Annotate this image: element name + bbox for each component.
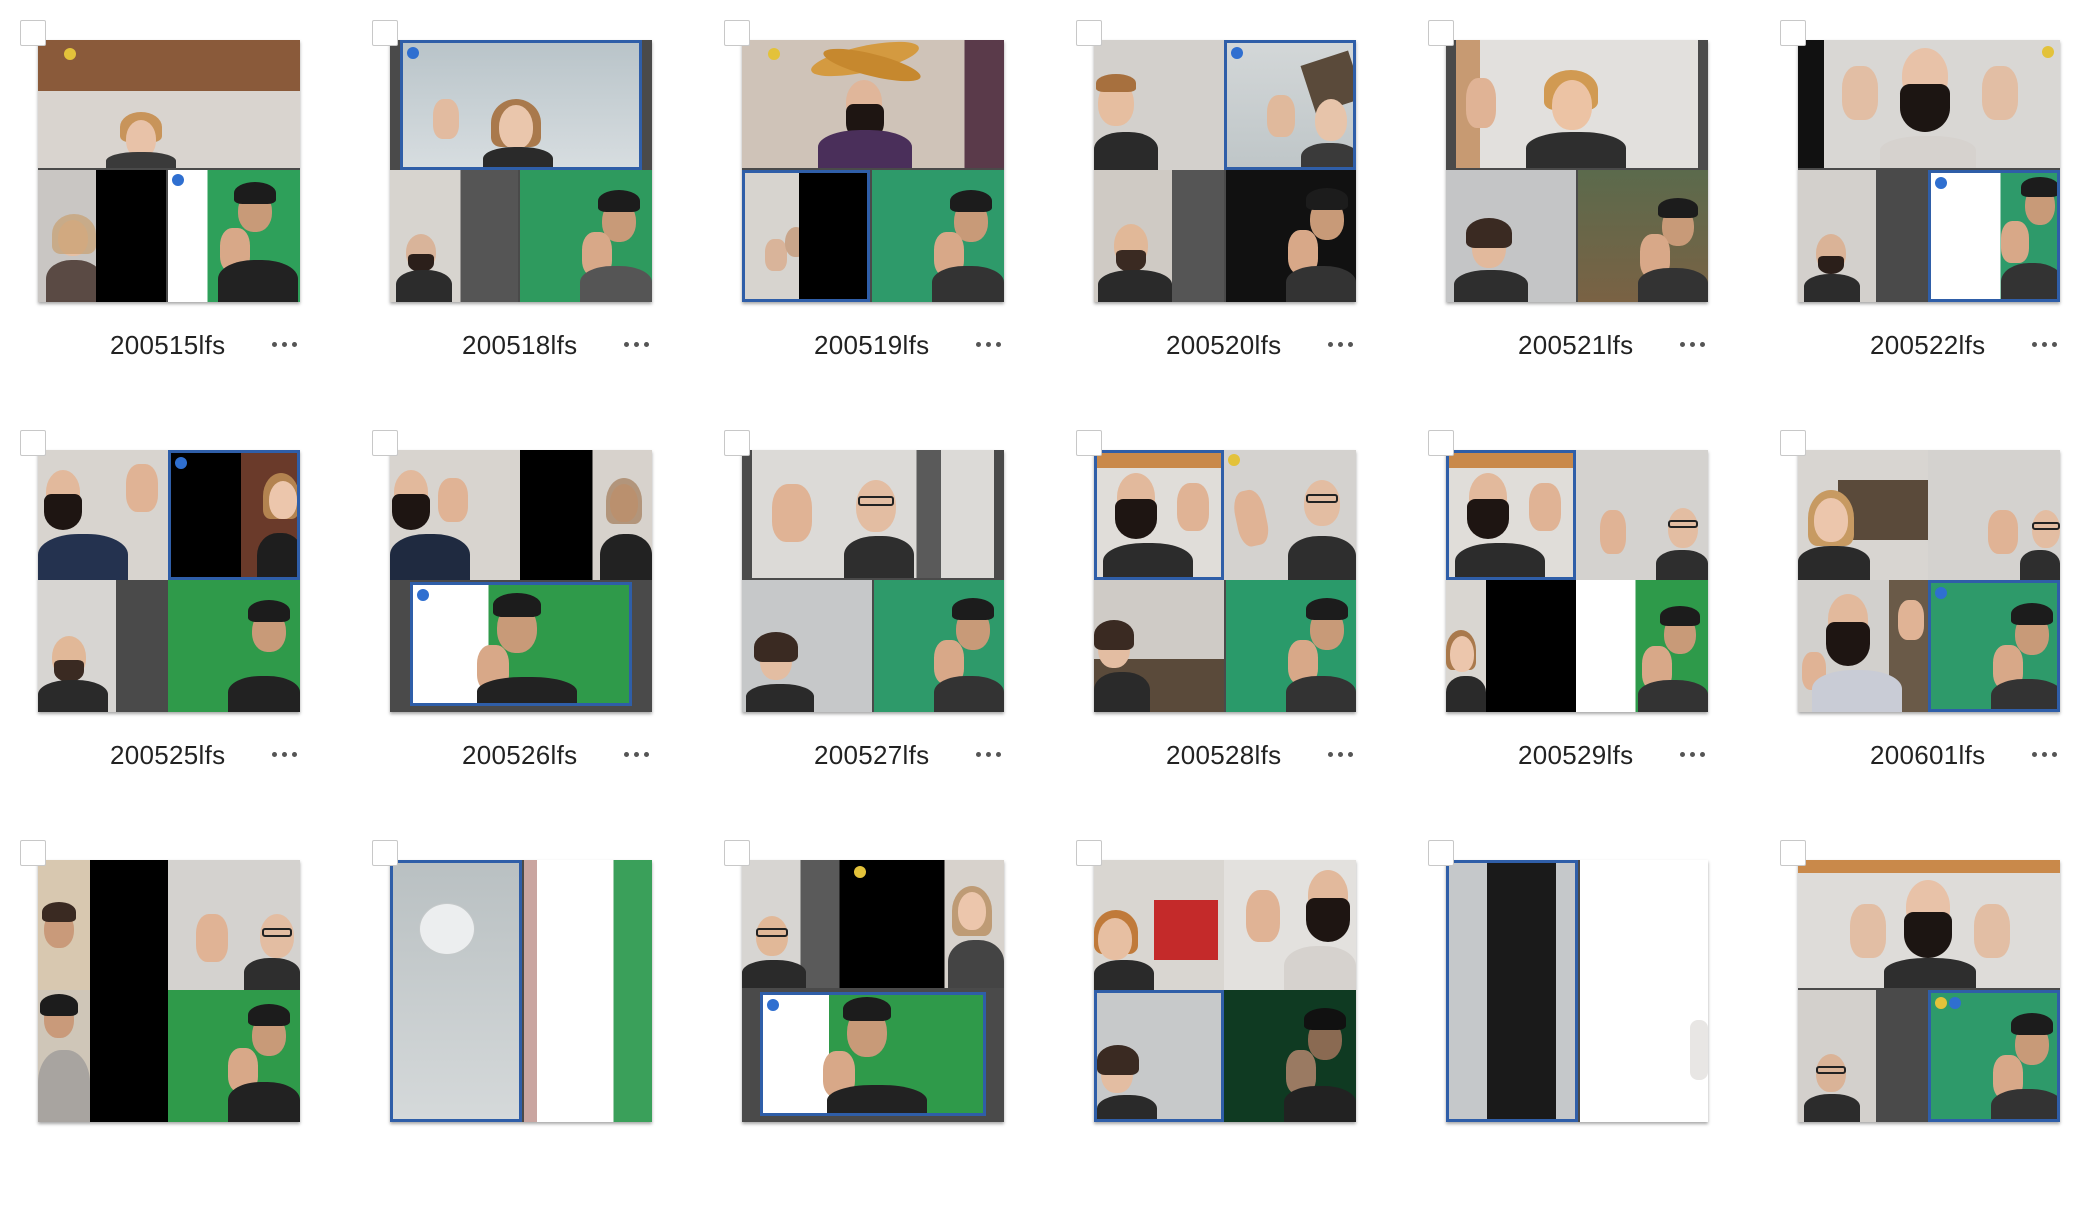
file-tile[interactable]: 200518lfs [352,0,704,410]
select-checkbox[interactable] [724,430,750,456]
thumbnail-image[interactable] [1446,450,1708,712]
thumbnail-image[interactable] [390,860,652,1122]
file-name[interactable]: 200526lfs [462,740,577,771]
select-checkbox[interactable] [1428,840,1454,866]
select-checkbox[interactable] [372,20,398,46]
thumbnail-image[interactable] [38,40,300,302]
thumbnail-image[interactable] [742,40,1004,302]
more-options-icon[interactable] [976,336,1006,356]
file-tile[interactable]: 200528lfs [1056,410,1408,820]
file-name[interactable]: 200518lfs [462,330,577,361]
select-checkbox[interactable] [724,20,750,46]
file-name[interactable]: 200529lfs [1518,740,1633,771]
file-tile[interactable]: 200525lfs [0,410,352,820]
select-checkbox[interactable] [1780,840,1806,866]
select-checkbox[interactable] [372,430,398,456]
thumbnail-image[interactable] [38,450,300,712]
file-name[interactable]: 200521lfs [1518,330,1633,361]
select-checkbox[interactable] [1076,430,1102,456]
file-name[interactable]: 200527lfs [814,740,929,771]
thumbnail-image[interactable] [1798,450,2060,712]
file-name[interactable]: 200519lfs [814,330,929,361]
file-tile[interactable]: 200522lfs [1760,0,2096,410]
more-options-icon[interactable] [272,746,302,766]
file-tile[interactable] [1760,820,2096,1230]
thumbnail-image[interactable] [742,860,1004,1122]
more-options-icon[interactable] [1680,336,1710,356]
select-checkbox[interactable] [20,20,46,46]
file-name[interactable]: 200525lfs [110,740,225,771]
select-checkbox[interactable] [724,840,750,866]
thumbnail-image[interactable] [1446,40,1708,302]
file-tile[interactable] [352,820,704,1230]
file-tile[interactable]: 200520lfs [1056,0,1408,410]
file-tile[interactable] [1056,820,1408,1230]
more-options-icon[interactable] [2032,336,2062,356]
thumbnail-image[interactable] [1798,40,2060,302]
file-tile[interactable]: 200529lfs [1408,410,1760,820]
select-checkbox[interactable] [1076,840,1102,866]
select-checkbox[interactable] [1428,430,1454,456]
more-options-icon[interactable] [1680,746,1710,766]
file-name[interactable]: 200522lfs [1870,330,1985,361]
file-name[interactable]: 200515lfs [110,330,225,361]
thumbnail-image[interactable] [1094,860,1356,1122]
file-name[interactable]: 200528lfs [1166,740,1281,771]
thumbnail-image[interactable] [1798,860,2060,1122]
file-tile[interactable]: 200515lfs [0,0,352,410]
thumbnail-image[interactable] [38,860,300,1122]
file-name[interactable]: 200520lfs [1166,330,1281,361]
file-name[interactable]: 200601lfs [1870,740,1985,771]
thumbnail-image[interactable] [390,40,652,302]
more-options-icon[interactable] [624,746,654,766]
file-tile[interactable]: 200519lfs [704,0,1056,410]
thumbnail-image[interactable] [742,450,1004,712]
more-options-icon[interactable] [624,336,654,356]
thumbnail-image[interactable] [390,450,652,712]
file-tile[interactable]: 200527lfs [704,410,1056,820]
file-tile[interactable]: 200526lfs [352,410,704,820]
file-tile[interactable]: 200601lfs [1760,410,2096,820]
more-options-icon[interactable] [272,336,302,356]
thumbnail-grid: 200515lfs 200518lfs 200519lfs 200520lfs … [0,0,2096,1138]
select-checkbox[interactable] [1780,430,1806,456]
file-tile[interactable] [0,820,352,1230]
more-options-icon[interactable] [1328,746,1358,766]
select-checkbox[interactable] [20,840,46,866]
more-options-icon[interactable] [2032,746,2062,766]
file-tile[interactable] [1408,820,1760,1230]
thumbnail-image[interactable] [1446,860,1708,1122]
select-checkbox[interactable] [1780,20,1806,46]
select-checkbox[interactable] [372,840,398,866]
more-options-icon[interactable] [976,746,1006,766]
select-checkbox[interactable] [1428,20,1454,46]
select-checkbox[interactable] [20,430,46,456]
file-tile[interactable] [704,820,1056,1230]
thumbnail-image[interactable] [1094,40,1356,302]
thumbnail-image[interactable] [1094,450,1356,712]
select-checkbox[interactable] [1076,20,1102,46]
more-options-icon[interactable] [1328,336,1358,356]
file-tile[interactable]: 200521lfs [1408,0,1760,410]
